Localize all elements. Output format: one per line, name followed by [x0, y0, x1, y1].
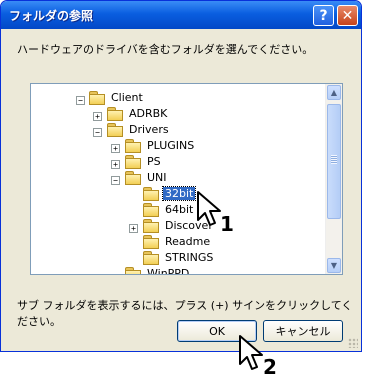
tree-item-label: 64bit	[165, 202, 194, 216]
tree-item-label: Drivers	[129, 122, 169, 136]
tree-item-ps[interactable]: PS	[125, 153, 163, 169]
folder-tree[interactable]: − Client + ADRBK − Drivers + PLUGINS + P…	[30, 83, 343, 275]
tree-item-uni[interactable]: UNI	[125, 169, 169, 185]
expand-icon[interactable]: +	[129, 224, 138, 233]
collapse-icon[interactable]: −	[76, 96, 85, 105]
folder-open-icon	[143, 186, 159, 201]
tree-item-label: PLUGINS	[147, 138, 195, 152]
title-bar[interactable]: フォルダの参照 ? ✕	[1, 1, 361, 29]
tree-item-client[interactable]: Client	[89, 89, 145, 105]
instruction-text: ハードウェアのドライバを含むフォルダを選んでください。	[17, 43, 314, 56]
resize-grip-icon[interactable]	[348, 338, 358, 348]
tree-item-drivers[interactable]: Drivers	[107, 121, 171, 137]
expand-icon[interactable]: +	[111, 144, 120, 153]
tree-item-label: WinPPD	[147, 266, 190, 275]
folder-icon	[143, 250, 159, 265]
tree-item-label: ADRBK	[129, 106, 168, 120]
tree-item-label: Client	[111, 90, 143, 104]
tree-item-label: 32bit	[161, 185, 197, 201]
tree-item-64bit[interactable]: 64bit	[143, 201, 195, 217]
folder-icon	[125, 154, 141, 169]
folder-icon	[125, 266, 141, 274]
folder-icon	[125, 138, 141, 153]
tree-item-readme[interactable]: Readme	[143, 233, 212, 249]
window-title: フォルダの参照	[9, 9, 94, 23]
browse-folder-dialog: フォルダの参照 ? ✕ ハードウェアのドライバを含むフォルダを選んでください。 …	[0, 0, 362, 352]
close-icon[interactable]: ✕	[337, 5, 358, 26]
vertical-scrollbar[interactable]: ▲ ▼	[325, 84, 342, 274]
scroll-up-icon[interactable]: ▲	[327, 85, 341, 100]
expand-icon[interactable]: +	[111, 160, 120, 169]
scroll-down-icon[interactable]: ▼	[327, 258, 341, 273]
folder-icon	[107, 122, 123, 137]
folder-icon	[143, 218, 159, 233]
folder-icon	[125, 170, 141, 185]
tree-item-strings[interactable]: STRINGS	[143, 249, 215, 265]
tree-item-label: STRINGS	[165, 250, 214, 264]
folder-icon	[143, 234, 159, 249]
tree-item-adrbk[interactable]: ADRBK	[107, 105, 169, 121]
tree-item-label: Readme	[165, 234, 211, 248]
cancel-button[interactable]: キャンセル	[263, 320, 343, 342]
tree-item-label: PS	[147, 154, 161, 168]
callout-number-2: 2	[263, 355, 277, 379]
folder-icon	[89, 90, 105, 105]
callout-number-1: 1	[220, 212, 234, 236]
help-icon[interactable]: ?	[313, 5, 334, 26]
scroll-thumb[interactable]	[327, 104, 341, 219]
folder-icon	[143, 202, 159, 217]
tree-item-plugins[interactable]: PLUGINS	[125, 137, 196, 153]
tree-item-32bit[interactable]: 32bit	[143, 185, 197, 201]
expand-icon[interactable]: +	[93, 112, 102, 121]
collapse-icon[interactable]: −	[93, 128, 102, 137]
tree-item-winppd[interactable]: WinPPD	[125, 265, 191, 275]
folder-icon	[107, 106, 123, 121]
collapse-icon[interactable]: −	[111, 176, 120, 185]
tree-item-label: UNI	[147, 170, 167, 184]
